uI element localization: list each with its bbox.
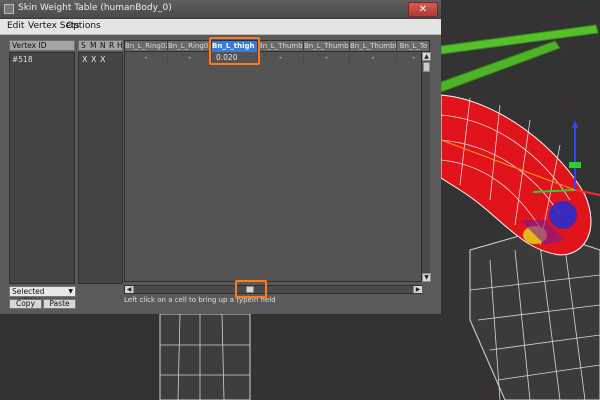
weight-cell[interactable]: - <box>350 53 397 64</box>
vertex-id-header[interactable]: Vertex ID <box>9 40 75 51</box>
scroll-left-icon[interactable]: ◀ <box>125 286 134 293</box>
menu-options[interactable]: Options <box>66 21 101 31</box>
copy-button[interactable]: Copy <box>9 299 42 309</box>
annotation-highlight-scroll-thumb <box>235 280 267 298</box>
vertical-scroll-thumb[interactable] <box>423 62 430 72</box>
flag-headers: S M N R H <box>78 40 123 51</box>
window-body: Vertex ID #518 S M N R H X X X Bn_L_Ring… <box>0 35 441 314</box>
title-bar[interactable]: Skin Weight Table (humanBody_0) ✕ <box>0 0 441 19</box>
flag-header-n[interactable]: N <box>100 41 106 50</box>
flag-cell-m[interactable]: X <box>91 55 96 64</box>
flag-header-h[interactable]: H <box>117 41 123 50</box>
screen: Skin Weight Table (humanBody_0) ✕ Edit V… <box>0 0 600 400</box>
weight-cell[interactable]: - <box>258 53 304 64</box>
flag-cell-n[interactable]: X <box>100 55 105 64</box>
scroll-down-icon[interactable]: ▼ <box>422 273 431 282</box>
weight-cell[interactable]: - <box>304 53 350 64</box>
scroll-right-icon[interactable]: ▶ <box>413 286 422 293</box>
selection-mode-dropdown[interactable]: Selected vertices ▼ <box>9 286 76 305</box>
window-title: Skin Weight Table (humanBody_0) <box>18 3 172 13</box>
vertex-id-row[interactable]: #518 <box>12 55 33 64</box>
bone-header-ring02[interactable]: Bn_L_Ring02 <box>125 41 168 52</box>
chevron-down-icon: ▼ <box>68 288 73 295</box>
flag-column: X X X <box>78 52 123 284</box>
bone-header-ring03[interactable]: Bn_L_Ring03 <box>168 41 212 52</box>
weight-grid[interactable]: Bn_L_Ring02 Bn_L_Ring03 Bn_L_thigh 01 Bn… <box>124 40 430 282</box>
table-row: - - 0.020 - - - - <box>125 53 429 64</box>
flag-header-r[interactable]: R <box>109 41 114 50</box>
bone-column-headers: Bn_L_Ring02 Bn_L_Ring03 Bn_L_thigh 01 Bn… <box>125 41 429 52</box>
bone-header-to[interactable]: Bn_L_To <box>397 41 429 52</box>
flag-header-s[interactable]: S <box>81 41 86 50</box>
bone-header-thumb01[interactable]: Bn_L_Thumb01 <box>258 41 304 52</box>
scroll-up-icon[interactable]: ▲ <box>422 52 431 61</box>
menu-edit[interactable]: Edit <box>7 21 24 31</box>
bone-header-thumb02[interactable]: Bn_L_Thumb02 <box>304 41 350 52</box>
weight-cell[interactable]: - <box>125 53 168 64</box>
vertical-scrollbar[interactable]: ▲ ▼ <box>421 52 431 282</box>
window-app-icon <box>4 4 14 14</box>
vertex-id-list[interactable]: #518 <box>9 52 75 284</box>
menu-bar: Edit Vertex Sets Options <box>0 19 441 35</box>
weight-cell[interactable]: - <box>168 53 212 64</box>
horizontal-scrollbar[interactable]: ◀ ▶ <box>124 285 422 294</box>
flag-cell-s[interactable]: X <box>82 55 87 64</box>
annotation-highlight-cell <box>209 37 260 65</box>
flag-header-m[interactable]: M <box>90 41 96 50</box>
close-button[interactable]: ✕ <box>408 2 438 17</box>
paste-button[interactable]: Paste <box>43 299 76 309</box>
bone-header-thumb03[interactable]: Bn_L_Thumb03 <box>350 41 397 52</box>
